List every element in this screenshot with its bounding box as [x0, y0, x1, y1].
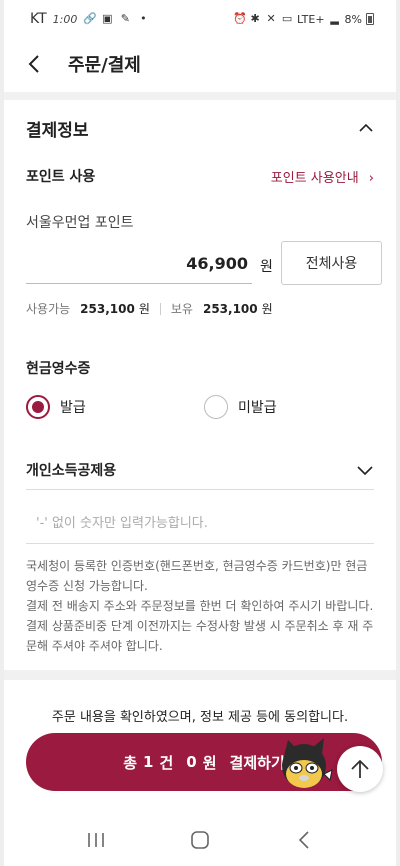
radio-no-issue-circle	[204, 395, 228, 419]
gallery-icon: ▣	[102, 12, 113, 25]
page-title: 주문/결제	[68, 55, 141, 76]
link-icon: 🔗	[83, 12, 98, 25]
clock: 1:00	[52, 12, 78, 26]
use-all-button[interactable]: 전체사용	[281, 241, 382, 285]
bluetooth-icon: ✱	[250, 12, 260, 25]
system-navigation-bar	[4, 814, 396, 866]
home-icon	[191, 831, 209, 849]
chevron-up-icon[interactable]	[358, 120, 374, 136]
available-unit: 원	[138, 302, 150, 316]
points-guide-label: 포인트 사용안내	[270, 171, 359, 186]
system-back-icon	[298, 831, 309, 849]
pay-prefix: 총	[123, 753, 138, 772]
receipt-title: 현금영수증	[26, 361, 91, 377]
wifi-call-icon: ▭	[281, 12, 293, 25]
receipt-number-placeholder: '-' 없이 숫자만 입력가능합니다.	[36, 516, 208, 531]
recent-apps-icon	[88, 833, 104, 847]
back-arrow-icon	[28, 55, 39, 73]
points-amount-input[interactable]: 46,900	[26, 244, 252, 284]
battery-percent: 8%	[344, 12, 362, 26]
top-app-bar: 주문/결제	[4, 38, 396, 90]
pay-count-unit: 건	[159, 753, 174, 772]
points-unit: 원	[260, 259, 273, 275]
notice-line: 결제 상품준비중 단계 이전까지는 수정사항 발생 시 주문취소 후 재 주문해…	[26, 619, 374, 653]
signal-icon: ▂	[330, 12, 339, 25]
available-label: 사용가능	[26, 302, 71, 316]
receipt-purpose-value: 개인소득공제용	[26, 462, 117, 479]
points-guide-link[interactable]: 포인트 사용안내 ›	[271, 167, 374, 186]
network-label: LTE+	[297, 12, 325, 26]
carrier-label: KT	[30, 11, 47, 27]
notice-line: 국세청이 등록한 인증번호(핸드폰번호, 현금영수증 카드번호)만 현금영수증 …	[26, 559, 368, 593]
radio-issue-label: 발급	[60, 400, 86, 416]
chevron-down-icon	[357, 465, 373, 475]
pay-amount: 0	[186, 753, 197, 771]
scroll-to-top-button[interactable]	[337, 746, 383, 792]
points-label-row: 서울우먼업 포인트	[26, 212, 374, 232]
radio-issue[interactable]: 발급	[26, 395, 86, 419]
back-button[interactable]	[22, 52, 46, 76]
balance-divider	[159, 302, 161, 315]
points-header: 포인트 사용 포인트 사용안내 ›	[26, 166, 374, 186]
held-value: 253,100	[202, 301, 258, 316]
pen-icon: ✎	[120, 12, 130, 25]
points-program-label: 서울우먼업 포인트	[26, 215, 134, 231]
battery-icon	[366, 13, 374, 25]
radio-issue-circle	[26, 395, 50, 419]
payment-notice: 국세청이 등록한 인증번호(핸드폰번호, 현금영수증 카드번호)만 현금영수증 …	[26, 556, 374, 656]
radio-no-issue-label: 미발급	[238, 400, 277, 416]
receipt-number-input[interactable]: '-' 없이 숫자만 입력가능합니다.	[26, 500, 374, 544]
status-bar: KT 1:00 🔗 ▣ ✎ • ⏰ ✱ ✕ ▭ LTE+ ▂ 8%	[4, 0, 396, 38]
receipt-purpose-select[interactable]: 개인소득공제용	[26, 450, 374, 490]
payment-section-header[interactable]: 결제정보	[26, 116, 374, 141]
receipt-header: 현금영수증	[26, 358, 374, 378]
held-label: 보유	[170, 302, 193, 316]
payment-section-title: 결제정보	[26, 121, 89, 141]
radio-no-issue[interactable]: 미발급	[204, 395, 277, 419]
held-unit: 원	[261, 302, 273, 316]
recent-apps-button[interactable]	[76, 825, 116, 855]
home-button[interactable]	[180, 825, 220, 855]
points-amount-value: 46,900	[186, 254, 248, 273]
alarm-icon: ⏰	[233, 12, 247, 25]
points-balance-row: 사용가능 253,100 원 보유 253,100 원	[26, 300, 273, 317]
section-divider	[4, 92, 396, 100]
app-frame: KT 1:00 🔗 ▣ ✎ • ⏰ ✱ ✕ ▭ LTE+ ▂ 8% 주문/결제 …	[0, 0, 400, 866]
mascot-character-icon	[282, 738, 333, 788]
system-back-button[interactable]	[284, 825, 324, 855]
available-value: 253,100	[80, 301, 135, 316]
mute-icon: ✕	[266, 12, 276, 25]
arrow-up-icon	[351, 759, 369, 778]
section-divider	[4, 670, 396, 680]
chevron-right-icon: ›	[368, 171, 374, 186]
dot-icon: •	[140, 12, 147, 25]
pay-count: 1	[143, 753, 154, 771]
agreement-text: 주문 내용을 확인하였으며, 정보 제공 등에 동의합니다.	[51, 710, 349, 725]
notice-line: 결제 전 배송지 주소와 주문정보를 한번 더 확인하여 주시기 바랍니다.	[26, 599, 374, 613]
pay-amount-unit: 원	[202, 753, 217, 772]
